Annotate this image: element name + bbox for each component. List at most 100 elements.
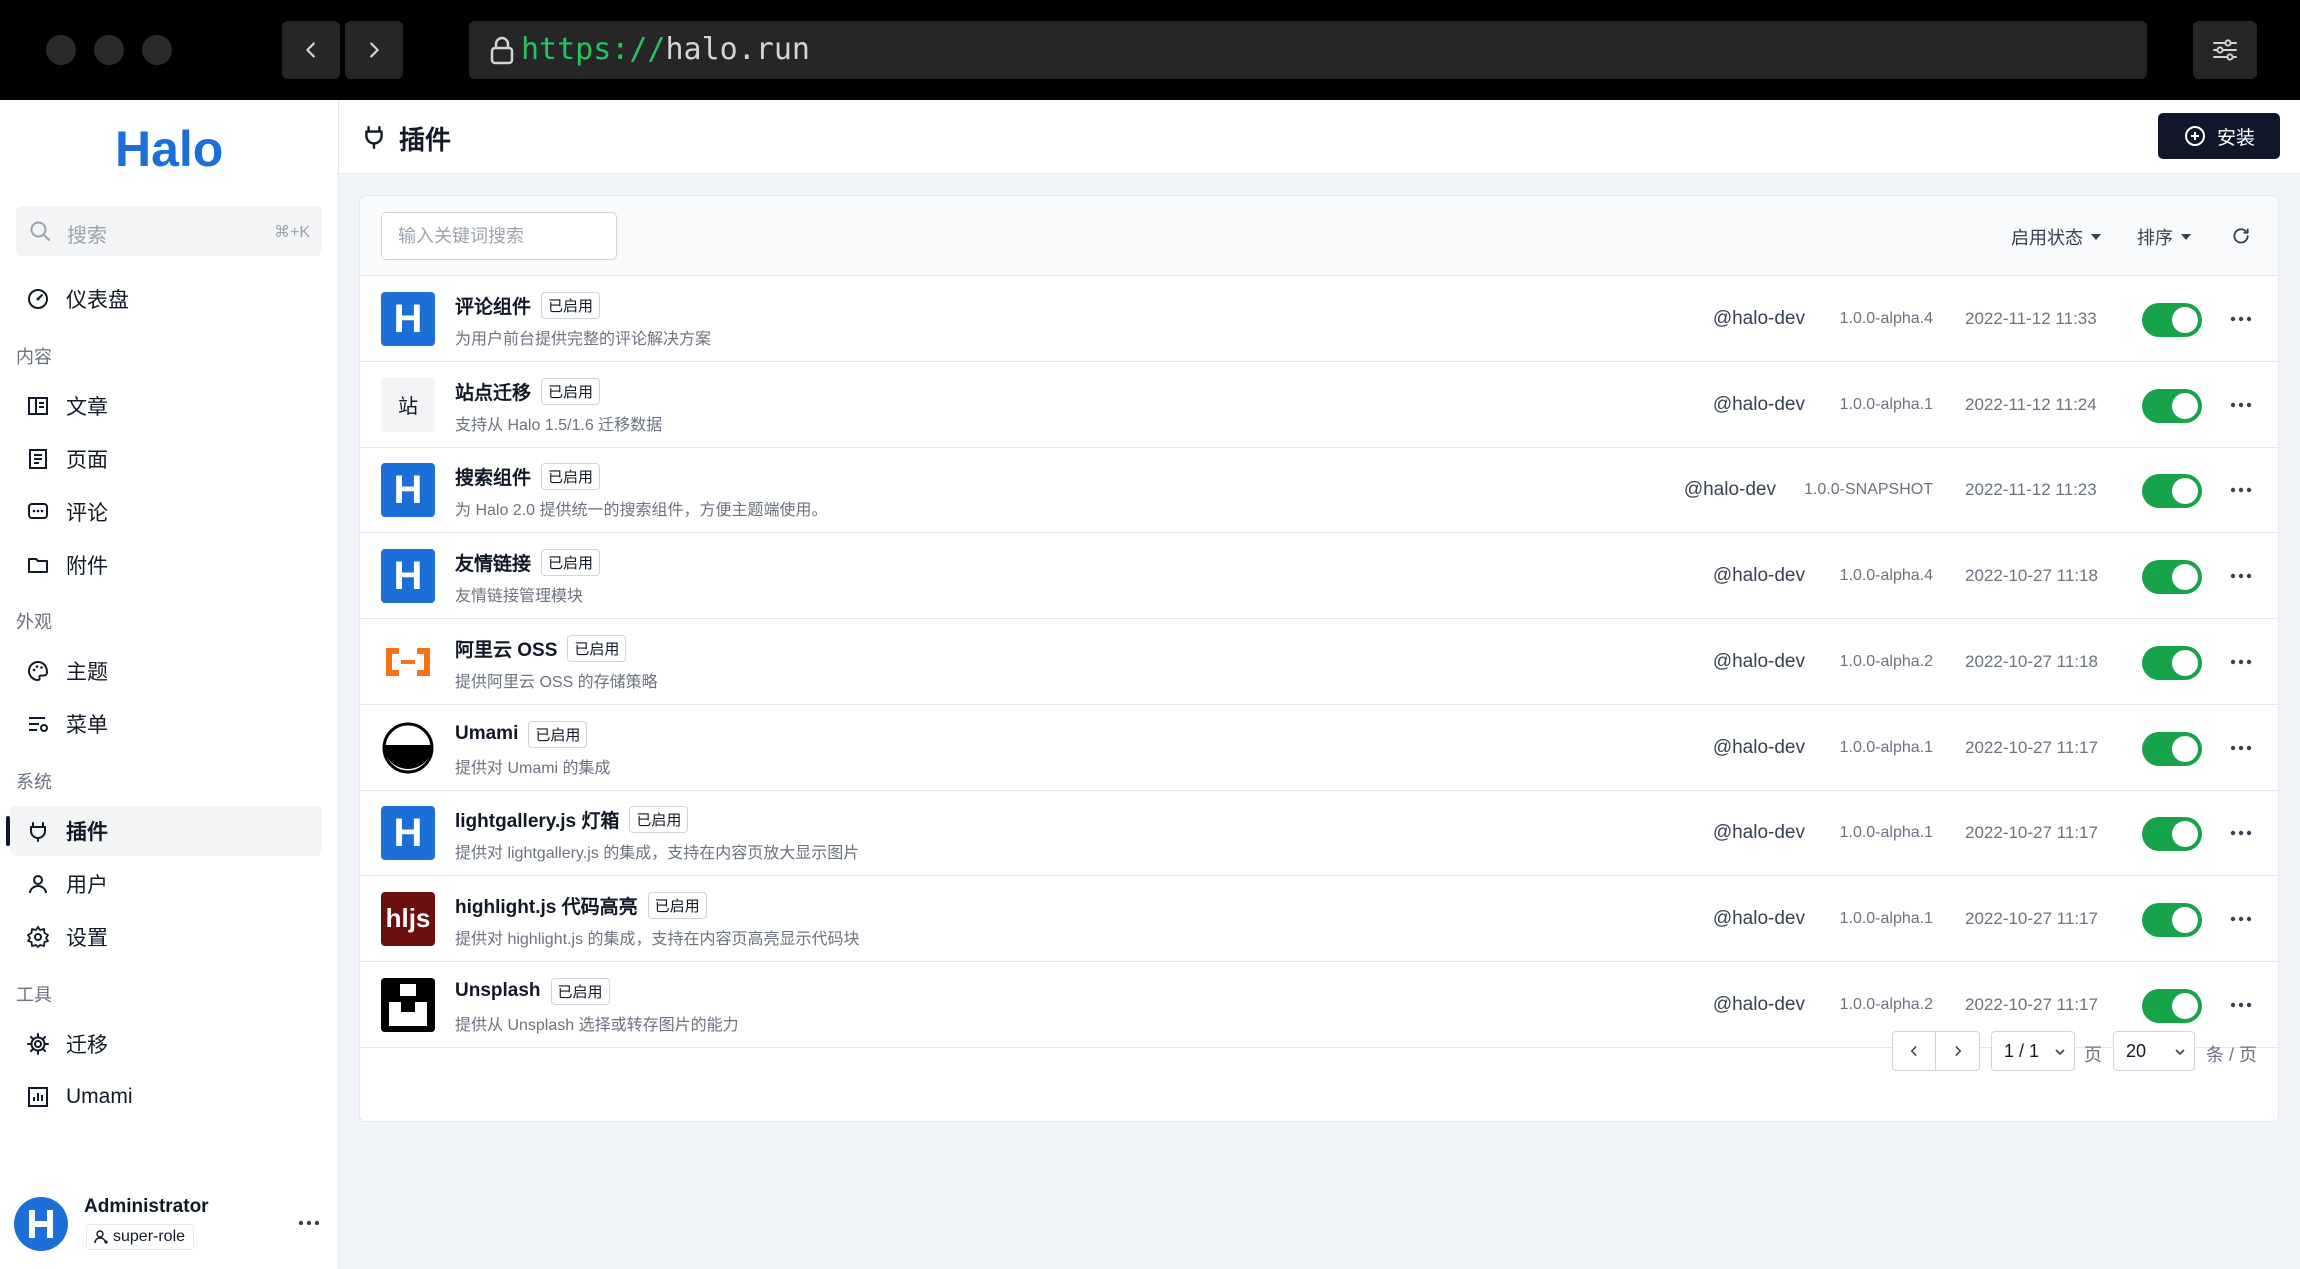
address-bar[interactable]: https://halo.run [469,21,2147,79]
enable-toggle[interactable] [2142,902,2202,937]
plugin-author[interactable]: @halo-dev [1713,822,1805,844]
plugin-icon-text: hljs [385,903,431,934]
plugin-date: 2022-10-27 11:18 [1965,651,2098,671]
plugin-name[interactable]: 阿里云 OSS 已启用 [455,634,627,662]
enable-toggle[interactable] [2142,817,2202,852]
refresh-icon[interactable] [2231,226,2251,246]
sidebar-item-themes[interactable]: 主题 [10,646,322,696]
plugin-row[interactable]: H 友情链接 已启用 友情链接管理模块 1.0.0-alpha.4 @halo-dev 20… [360,533,2278,620]
prev-page-button[interactable] [1892,1031,1936,1071]
halo-logo[interactable]: Halo [115,120,225,176]
sidebar-item-label: 迁移 [66,1034,108,1057]
ellipsis-icon [2230,659,2252,664]
sidebar-item-posts[interactable]: 文章 [10,381,322,431]
window-minimize-dot[interactable] [94,35,124,65]
status-badge: 已启用 [550,977,610,1005]
caret-down-icon [2181,234,2191,240]
sidebar-item-menus[interactable]: 菜单 [10,699,322,749]
enable-toggle[interactable] [2142,560,2202,595]
status-filter-label: 启用状态 [2011,228,2083,248]
page-size-select[interactable]: 20 [2113,1031,2195,1071]
plugin-icon-text: H [393,296,423,341]
plugin-row[interactable]: Umami 已启用 提供对 Umami 的集成 1.0.0-alpha.1 @halo-… [360,705,2278,791]
halo-icon: H [381,549,435,604]
enable-toggle[interactable] [2142,474,2202,509]
row-more-button[interactable] [2226,649,2256,675]
enable-toggle[interactable] [2142,303,2202,337]
plugin-name[interactable]: lightgallery.js 灯箱 已启用 [455,806,689,834]
ellipsis-icon [298,1220,320,1226]
plugin-row[interactable]: 站 站点迁移 已启用 支持从 Halo 1.5/1.6 迁移数据 1.0.0-alpha… [360,362,2278,448]
chevron-left-icon [306,42,315,58]
sort-dropdown[interactable]: 排序 [2137,224,2191,250]
sidebar-search[interactable]: 搜索 ⌘+K [16,206,322,256]
plugin-name[interactable]: 站点迁移 已启用 [455,377,601,405]
folder-icon [28,558,48,573]
plugin-version: 1.0.0-alpha.4 [1839,310,1933,327]
plugin-row[interactable]: Hlightgallery.js 灯箱 已启用 提供对 lightgallery.j… [360,790,2278,877]
plugin-author[interactable]: @halo-dev [1713,737,1805,759]
plugin-row[interactable]: hljs highlight.js 代码高亮 已启用 提供对 highlight.js… [360,876,2278,962]
plugin-author[interactable]: @halo-dev [1713,308,1805,330]
plug-icon [30,822,46,842]
enable-toggle[interactable] [2142,645,2202,680]
plugin-row[interactable]: H 搜索组件 已启用为 Halo 2.0 提供统一的搜索组件，方便主题端使用。 1.0… [360,447,2278,534]
plugin-name[interactable]: 友情链接 已启用 [455,549,601,577]
plugin-icon-text: H [393,553,423,598]
sidebar-item-attachments[interactable]: 附件 [10,540,322,590]
plug-icon [365,126,383,150]
row-more-button[interactable] [2226,392,2256,418]
sidebar-item-users[interactable]: 用户 [10,859,322,909]
plugin-author[interactable]: @halo-dev [1713,651,1805,673]
plugin-name[interactable]: 评论组件 已启用 [455,292,601,319]
sidebar-item-comments[interactable]: 评论 [10,487,322,537]
row-more-button[interactable] [2226,477,2256,503]
plugin-author[interactable]: @halo-dev [1713,565,1805,587]
plugin-author[interactable]: @halo-dev [1713,908,1805,930]
keyword-search-input[interactable] [381,212,617,260]
row-more-button[interactable] [2226,820,2256,846]
window-zoom-dot[interactable] [142,35,172,65]
browser-settings-button[interactable] [2193,21,2257,79]
user-more-button[interactable] [294,1208,324,1238]
sliders-icon [2213,39,2237,61]
page-header: 插件 安装 [339,100,2300,174]
page-icon [29,449,47,469]
page-size-value: 20 [2126,1040,2147,1061]
sidebar-item-migration[interactable]: 迁移 [10,1019,322,1069]
enable-toggle[interactable] [2142,731,2202,766]
plugin-date: 2022-11-12 11:24 [1965,394,2097,414]
plugin-name[interactable]: highlight.js 代码高亮 已启用 [455,891,707,919]
plugin-author[interactable]: @halo-dev [1713,394,1805,416]
next-page-button[interactable] [1936,1031,1980,1071]
sidebar-item-dashboard[interactable]: 仪表盘 [10,274,322,324]
current-user[interactable]: Administrator super-role [14,1194,324,1254]
sidebar-item-plugins[interactable]: 插件 [6,806,322,856]
sidebar-item-pages[interactable]: 页面 [10,434,322,484]
search-icon [30,221,50,241]
plugin-author[interactable]: @halo-dev [1684,479,1776,501]
install-button[interactable]: 安装 [2158,113,2280,159]
page-title: 插件 [399,125,452,155]
plugin-row[interactable]: 阿里云 OSS 已启用 提供阿里云 OSS 的存储策略 1.0.0-alpha.2 @h… [360,619,2278,705]
plugin-name[interactable]: Unsplash 已启用 [455,977,610,1005]
plugin-name[interactable]: 搜索组件 已启用 [455,463,601,491]
status-badge: 已启用 [629,806,689,834]
role-badge: super-role [86,1224,195,1250]
row-more-button[interactable] [2226,563,2256,589]
plugin-name[interactable]: Umami 已启用 [455,720,588,748]
enable-toggle[interactable] [2142,388,2202,423]
row-more-button[interactable] [2226,306,2256,332]
browser-back-button[interactable] [282,21,340,79]
row-more-button[interactable] [2226,906,2256,932]
row-more-button[interactable] [2226,735,2256,761]
status-filter-dropdown[interactable]: 启用状态 [2011,224,2101,250]
browser-forward-button[interactable] [345,21,403,79]
plugin-icon-text: H [393,810,423,855]
plugin-row[interactable]: H 评论组件 已启用 为用户前台提供完整的评论解决方案 1.0.0-alpha.4 @ha… [360,276,2278,362]
page-select[interactable]: 1 / 1 [1991,1031,2075,1071]
sidebar-item-umami[interactable]: Umami [10,1072,322,1122]
window-close-dot[interactable] [46,35,76,65]
avatar[interactable] [14,1197,68,1251]
sidebar-item-settings[interactable]: 设置 [10,912,322,962]
